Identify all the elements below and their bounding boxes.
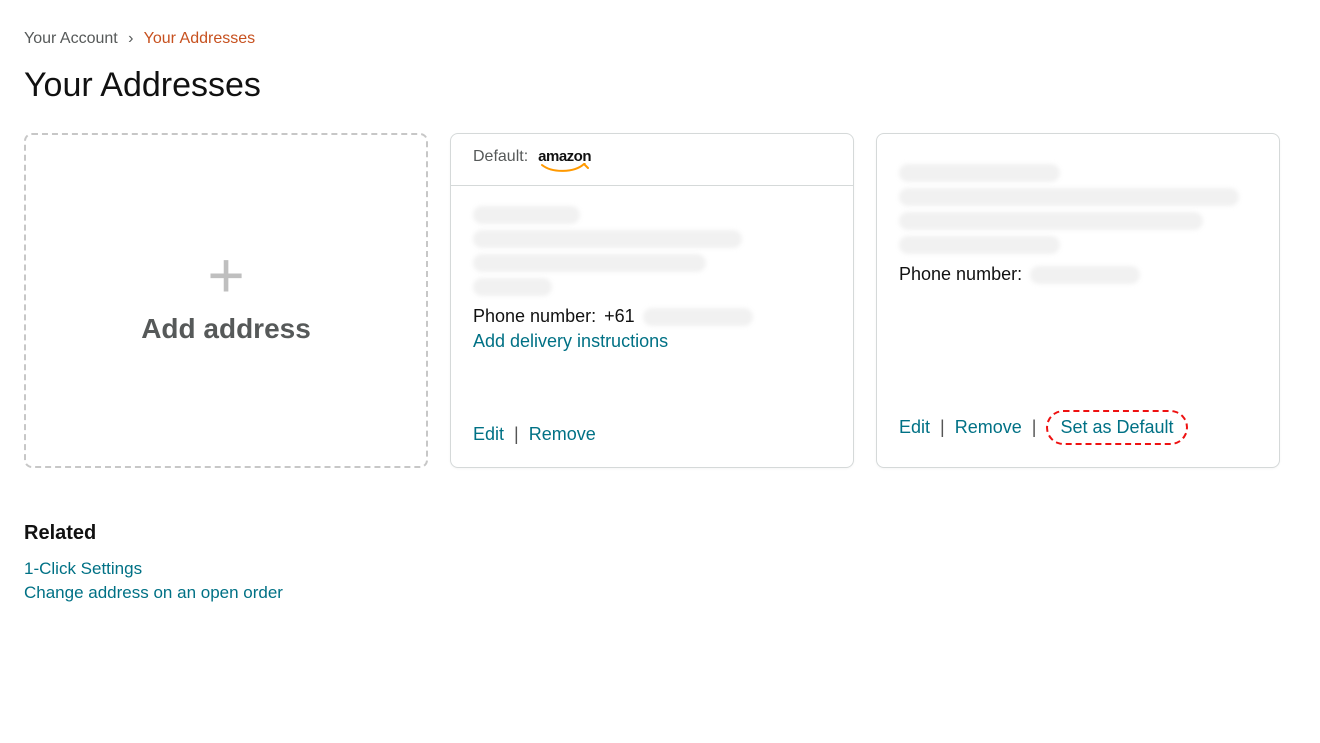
redacted-phone bbox=[1030, 266, 1140, 284]
related-links: 1-Click Settings Change address on an op… bbox=[24, 559, 1296, 603]
set-default-highlight: Set as Default bbox=[1046, 410, 1187, 445]
edit-address-link[interactable]: Edit bbox=[473, 424, 504, 445]
redacted-line bbox=[899, 164, 1060, 182]
redacted-line bbox=[473, 230, 742, 248]
phone-label: Phone number: bbox=[473, 306, 596, 327]
address-card-secondary: Phone number: Edit | Remove | Set as Def… bbox=[876, 133, 1280, 468]
edit-address-link[interactable]: Edit bbox=[899, 417, 930, 438]
phone-label: Phone number: bbox=[899, 264, 1022, 285]
amazon-logo-text: amazon bbox=[538, 149, 591, 164]
redacted-line bbox=[473, 254, 706, 272]
breadcrumb-separator: › bbox=[128, 30, 133, 47]
action-separator: | bbox=[514, 424, 519, 445]
one-click-settings-link[interactable]: 1-Click Settings bbox=[24, 559, 1296, 579]
add-delivery-instructions-link[interactable]: Add delivery instructions bbox=[473, 331, 668, 352]
redacted-line bbox=[899, 212, 1203, 230]
redacted-phone bbox=[643, 308, 753, 326]
address-card-default: Default: amazon Phone number: +6 bbox=[450, 133, 854, 468]
action-separator: | bbox=[940, 417, 945, 438]
breadcrumb: Your Account › Your Addresses bbox=[24, 30, 1296, 48]
default-label: Default: bbox=[473, 148, 528, 166]
redacted-line bbox=[473, 206, 580, 224]
page-title: Your Addresses bbox=[24, 66, 1296, 105]
change-order-address-link[interactable]: Change address on an open order bbox=[24, 583, 1296, 603]
address-card-actions: Edit | Remove | Set as Default bbox=[877, 410, 1210, 445]
plus-icon: + bbox=[207, 256, 244, 294]
phone-prefix: +61 bbox=[604, 306, 635, 327]
address-card-actions: Edit | Remove bbox=[451, 424, 618, 445]
redacted-line bbox=[899, 236, 1060, 254]
page-root: Your Account › Your Addresses Your Addre… bbox=[0, 0, 1320, 643]
add-address-tile[interactable]: + Add address bbox=[24, 133, 428, 468]
amazon-logo-icon: amazon bbox=[538, 149, 591, 173]
set-as-default-link[interactable]: Set as Default bbox=[1060, 417, 1173, 437]
redacted-address-block bbox=[899, 164, 1257, 254]
remove-address-link[interactable]: Remove bbox=[529, 424, 596, 445]
redacted-line bbox=[473, 278, 552, 296]
default-address-header: Default: amazon bbox=[451, 134, 853, 186]
redacted-line bbox=[899, 188, 1239, 206]
action-separator: | bbox=[1032, 417, 1037, 438]
related-section: Related 1-Click Settings Change address … bbox=[24, 522, 1296, 603]
phone-number-line: Phone number: +61 bbox=[473, 306, 831, 327]
phone-number-line: Phone number: bbox=[899, 264, 1257, 285]
address-cards-row: + Add address Default: amazon bbox=[24, 133, 1296, 468]
redacted-address-block bbox=[473, 206, 831, 296]
breadcrumb-current: Your Addresses bbox=[144, 30, 255, 47]
remove-address-link[interactable]: Remove bbox=[955, 417, 1022, 438]
breadcrumb-account-link[interactable]: Your Account bbox=[24, 30, 118, 47]
add-address-label: Add address bbox=[141, 313, 311, 345]
related-heading: Related bbox=[24, 522, 1296, 545]
